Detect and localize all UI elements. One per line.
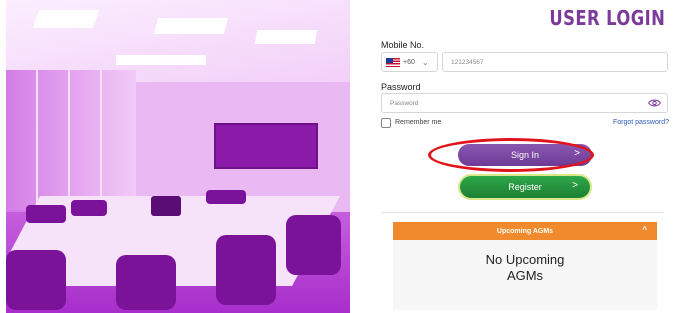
red-circle-annotation [428, 138, 594, 172]
agm-empty-line2: AGMs [506, 268, 544, 283]
chevron-down-icon: ⌄ [421, 57, 429, 67]
password-input[interactable]: Password [381, 93, 668, 113]
ceiling-light [116, 55, 206, 65]
chair [6, 250, 66, 310]
chair [116, 255, 176, 310]
chair [206, 190, 246, 204]
chair [71, 200, 107, 216]
register-label: Register [508, 182, 542, 192]
caret-up-icon[interactable]: ^ [642, 225, 647, 234]
ceiling-light [153, 18, 229, 34]
ceiling-light [32, 10, 100, 28]
agm-empty-message: No Upcoming AGMs [393, 252, 657, 284]
page-title: USER LOGIN [549, 6, 665, 30]
eye-icon[interactable] [648, 98, 661, 108]
agm-empty-line1: No Upcoming [485, 252, 565, 267]
chair [216, 235, 276, 305]
remember-label: Remember me [395, 119, 442, 126]
password-placeholder: Password [390, 100, 419, 107]
chair [26, 205, 66, 223]
mobile-label: Mobile No. [381, 40, 425, 50]
country-code: +60 [403, 58, 415, 66]
register-button[interactable]: Register > [460, 176, 590, 198]
arrow-right-icon: > [572, 180, 578, 191]
upcoming-agms-panel: Upcoming AGMs ^ No Upcoming AGMs [393, 222, 657, 310]
forgot-password-link[interactable]: Forgot password? [613, 119, 669, 126]
password-label: Password [381, 82, 421, 92]
conference-phone [151, 196, 181, 216]
malaysia-flag-icon [386, 57, 400, 67]
wall-tv [214, 123, 318, 169]
remember-checkbox[interactable] [381, 118, 391, 128]
ceiling-light [254, 30, 318, 44]
mobile-input[interactable]: 121234567 [442, 52, 668, 72]
agm-header-label: Upcoming AGMs [496, 227, 554, 235]
glass-partition [6, 70, 136, 210]
chair [286, 215, 341, 275]
agm-header[interactable]: Upcoming AGMs ^ [393, 222, 657, 240]
country-code-select[interactable]: +60 ⌄ [381, 52, 438, 72]
meeting-room-photo [6, 0, 350, 313]
divider [381, 212, 664, 213]
mobile-value: 121234567 [451, 59, 484, 66]
